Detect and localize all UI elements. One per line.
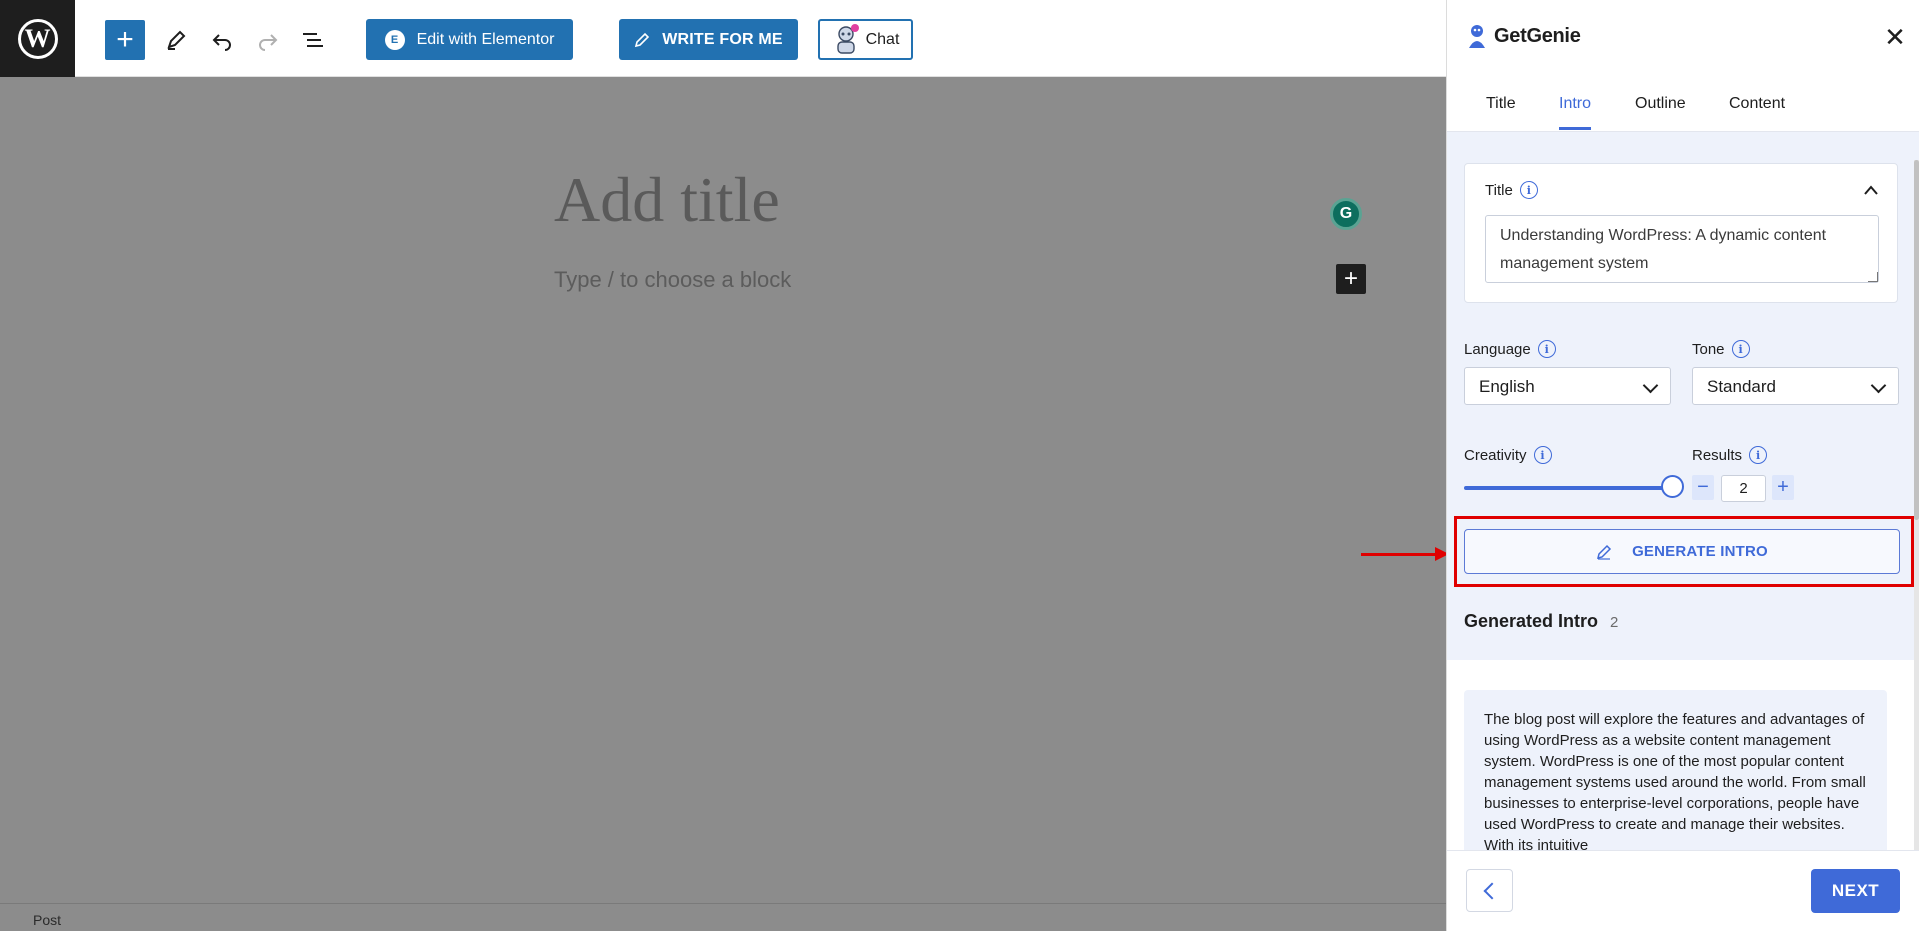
next-button[interactable]: NEXT bbox=[1811, 869, 1900, 913]
pencil-icon bbox=[635, 32, 650, 47]
undo-button[interactable] bbox=[204, 20, 240, 60]
chevron-left-icon bbox=[1483, 882, 1501, 899]
genie-icon bbox=[1469, 25, 1485, 48]
tone-select[interactable]: Standard bbox=[1692, 367, 1899, 405]
edit-with-elementor-button[interactable]: E Edit with Elementor bbox=[366, 19, 573, 60]
resize-handle-icon[interactable] bbox=[1868, 272, 1878, 282]
pencil-icon bbox=[1597, 544, 1612, 560]
creativity-slider-track[interactable] bbox=[1464, 486, 1677, 490]
undo-icon bbox=[212, 34, 231, 51]
close-panel-button[interactable]: ✕ bbox=[1880, 22, 1910, 52]
results-increment-button[interactable]: + bbox=[1772, 475, 1794, 500]
tab-outline[interactable]: Outline bbox=[1635, 95, 1686, 127]
elementor-icon: E bbox=[384, 29, 405, 50]
generated-intro-heading: Generated Intro 2 bbox=[1464, 611, 1618, 632]
panel-tabs: Title Intro Outline Content bbox=[1447, 77, 1919, 132]
chevron-down-icon bbox=[1642, 377, 1659, 394]
tone-label: Tone i bbox=[1692, 340, 1750, 358]
language-label: Language i bbox=[1464, 340, 1556, 358]
info-icon[interactable]: i bbox=[1749, 446, 1768, 464]
info-icon[interactable]: i bbox=[1533, 446, 1552, 464]
info-icon[interactable]: i bbox=[1519, 181, 1538, 199]
generate-intro-button[interactable]: GENERATE INTRO bbox=[1464, 529, 1900, 574]
results-value-input[interactable]: 2 bbox=[1721, 475, 1766, 502]
elementor-label: Edit with Elementor bbox=[416, 30, 555, 48]
back-button[interactable] bbox=[1466, 869, 1513, 912]
add-block-button[interactable]: + bbox=[105, 20, 145, 60]
plus-icon: + bbox=[116, 23, 134, 56]
scrollbar-thumb[interactable] bbox=[1914, 160, 1919, 520]
language-value: English bbox=[1479, 377, 1535, 396]
block-placeholder[interactable]: Type / to choose a block bbox=[554, 267, 791, 293]
breadcrumb-post[interactable]: Post bbox=[33, 912, 61, 928]
info-icon[interactable]: i bbox=[1537, 340, 1556, 358]
minus-icon: − bbox=[1697, 476, 1709, 498]
title-label-text: Title bbox=[1485, 181, 1513, 199]
info-icon[interactable]: i bbox=[1731, 340, 1750, 358]
redo-button[interactable] bbox=[250, 20, 286, 60]
close-icon: ✕ bbox=[1884, 21, 1906, 52]
tone-value: Standard bbox=[1707, 377, 1776, 396]
generated-count-badge: 2 bbox=[1610, 614, 1619, 631]
chevron-up-icon[interactable] bbox=[1863, 184, 1879, 196]
results-decrement-button[interactable]: − bbox=[1692, 475, 1714, 500]
tab-content[interactable]: Content bbox=[1729, 95, 1785, 127]
annotation-arrow-generate bbox=[1361, 547, 1449, 561]
brand-name: GetGenie bbox=[1494, 24, 1581, 47]
grammarly-icon[interactable]: G bbox=[1330, 198, 1362, 230]
panel-scrollbar[interactable] bbox=[1914, 160, 1919, 850]
creativity-label-text: Creativity bbox=[1464, 446, 1527, 464]
generate-intro-label: GENERATE INTRO bbox=[1632, 543, 1768, 560]
tone-label-text: Tone bbox=[1692, 340, 1725, 358]
panel-footer: NEXT bbox=[1447, 850, 1919, 931]
tab-title[interactable]: Title bbox=[1486, 95, 1516, 127]
robot-icon bbox=[836, 23, 859, 54]
tab-intro[interactable]: Intro bbox=[1559, 95, 1592, 130]
inline-add-block-button[interactable]: + bbox=[1336, 264, 1366, 294]
chat-label: Chat bbox=[865, 30, 900, 48]
post-title-input[interactable]: Add title bbox=[554, 163, 780, 237]
list-view-icon bbox=[303, 33, 323, 47]
panel-header: GetGenie ✕ bbox=[1447, 0, 1919, 77]
results-label-text: Results bbox=[1692, 446, 1743, 464]
title-card: Title i Understanding WordPress: A dynam… bbox=[1464, 163, 1898, 303]
wordpress-logo-icon: W bbox=[17, 18, 58, 59]
editor-canvas: Add title Type / to choose a block G + P… bbox=[0, 77, 1446, 931]
title-field-label: Title i bbox=[1485, 181, 1538, 199]
title-textarea[interactable]: Understanding WordPress: A dynamic conte… bbox=[1485, 215, 1879, 283]
getgenie-logo: GetGenie bbox=[1465, 22, 1581, 50]
plus-icon: + bbox=[1777, 476, 1789, 498]
generated-heading-text: Generated Intro bbox=[1464, 611, 1599, 631]
editor-toolbar: W + E Edit with Elementor WRITE FOR ME C… bbox=[0, 0, 1446, 77]
creativity-label: Creativity i bbox=[1464, 446, 1552, 464]
list-view-button[interactable] bbox=[295, 20, 331, 60]
language-select[interactable]: English bbox=[1464, 367, 1671, 405]
creativity-slider-handle[interactable] bbox=[1661, 475, 1684, 498]
pencil-icon bbox=[167, 30, 186, 50]
wordpress-logo-button[interactable]: W bbox=[0, 0, 75, 77]
getgenie-panel: GetGenie ✕ Title Intro Outline Content T… bbox=[1446, 0, 1919, 931]
editor-statusbar: Post bbox=[0, 903, 1446, 931]
write-for-me-label: WRITE FOR ME bbox=[662, 30, 783, 48]
write-for-me-button[interactable]: WRITE FOR ME bbox=[619, 19, 798, 60]
tools-button[interactable] bbox=[158, 20, 194, 60]
language-label-text: Language bbox=[1464, 340, 1531, 358]
generated-intro-card[interactable]: The blog post will explore the features … bbox=[1464, 690, 1887, 850]
chevron-down-icon bbox=[1870, 377, 1887, 394]
results-label: Results i bbox=[1692, 446, 1768, 464]
chat-button[interactable]: Chat bbox=[818, 19, 913, 60]
generated-results-list: The blog post will explore the features … bbox=[1447, 660, 1915, 850]
plus-icon: + bbox=[1343, 265, 1358, 292]
redo-icon bbox=[259, 34, 278, 51]
